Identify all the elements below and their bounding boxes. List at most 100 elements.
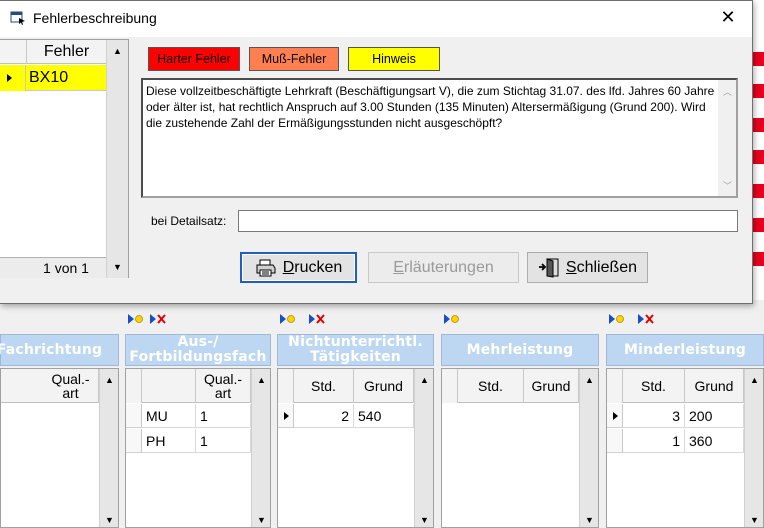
- column-header-grund[interactable]: Grund: [354, 369, 414, 403]
- print-button-mnemonic: D: [282, 258, 295, 276]
- column-header-fach[interactable]: [142, 369, 196, 403]
- background-red-stripe: [752, 218, 764, 232]
- record-position: 1 von 1: [43, 260, 89, 276]
- vertical-scrollbar[interactable]: ▲ ▼: [99, 369, 118, 527]
- row-selector[interactable]: [278, 404, 294, 428]
- scroll-down-icon[interactable]: ▼: [415, 511, 433, 527]
- panel-header: Aus-/ Fortbildungsfach: [125, 334, 271, 366]
- row-selector[interactable]: [607, 404, 623, 428]
- scroll-up-icon[interactable]: ▲: [100, 371, 118, 389]
- panel-mehrleistung: Mehrleistung Std. Grund ▲ ▼: [441, 308, 599, 528]
- record-navigator[interactable]: 1 von 1: [0, 257, 106, 278]
- explanations-button[interactable]: Erläuterungen: [368, 252, 519, 283]
- table-row[interactable]: PH 1: [126, 429, 251, 453]
- print-button-label: rucken: [294, 258, 343, 276]
- background-red-stripe: [752, 118, 764, 132]
- cell-grund[interactable]: 540: [354, 404, 414, 428]
- current-row-arrow-icon: [284, 412, 289, 420]
- scroll-down-icon[interactable]: ▼: [107, 258, 128, 276]
- column-header-std[interactable]: Std.: [458, 369, 524, 403]
- legend-hint: Hinweis: [348, 47, 440, 71]
- error-message-box[interactable]: Diese vollzeitbeschäftigte Lehrkraft (Be…: [141, 78, 738, 198]
- scroll-up-icon[interactable]: ︿: [718, 82, 737, 100]
- detail-record-field[interactable]: [238, 210, 738, 232]
- add-record-icon[interactable]: [279, 312, 297, 326]
- error-code[interactable]: BX10: [29, 65, 68, 91]
- detail-record-label: bei Detailsatz:: [151, 214, 227, 228]
- panel-ausfortbildungsfach: Aus-/ Fortbildungsfach Qual.- art MU 1 P…: [125, 308, 271, 528]
- delete-record-icon[interactable]: [637, 312, 655, 326]
- fachrichtung-grid[interactable]: Qual.- art ▲ ▼: [0, 368, 119, 528]
- scroll-down-icon[interactable]: ▼: [100, 511, 118, 527]
- delete-record-icon[interactable]: [149, 312, 167, 326]
- form-window-icon: [10, 11, 25, 25]
- table-row[interactable]: 1 360: [607, 429, 744, 453]
- scroll-up-icon[interactable]: ▲: [580, 371, 598, 389]
- vertical-scrollbar[interactable]: ▲ ▼: [106, 40, 128, 278]
- column-header-qualart[interactable]: Qual.- art: [196, 369, 251, 403]
- table-row[interactable]: MU 1: [126, 404, 251, 428]
- scroll-down-icon[interactable]: ▼: [745, 511, 763, 527]
- scroll-up-icon[interactable]: ▲: [745, 371, 763, 389]
- printer-icon: [256, 259, 276, 276]
- vertical-scrollbar[interactable]: ▲ ▼: [414, 369, 433, 527]
- column-header-fehler[interactable]: Fehler: [26, 40, 106, 64]
- legend-hard-error: Harter Fehler: [148, 47, 240, 71]
- explanations-button-label: rläuterungen: [403, 258, 494, 276]
- cell-grund[interactable]: 360: [685, 429, 744, 453]
- background-red-stripe: [752, 84, 764, 98]
- mehrleistung-grid[interactable]: Std. Grund ▲ ▼: [441, 368, 599, 528]
- close-icon[interactable]: ✕: [718, 7, 738, 28]
- row-selector[interactable]: [0, 65, 26, 91]
- cell-std[interactable]: 1: [623, 429, 685, 453]
- column-header-qualart[interactable]: Qual.- art: [43, 369, 99, 403]
- background-red-stripe: [752, 52, 764, 66]
- print-button[interactable]: Drucken: [240, 252, 357, 283]
- legend-must-error: Muß-Fehler: [249, 47, 339, 71]
- scroll-down-icon[interactable]: ﹀: [718, 176, 737, 194]
- minderleistung-grid[interactable]: Std. Grund 3 200 1 360 ▲ ▼: [606, 368, 764, 528]
- vertical-scrollbar[interactable]: ▲ ▼: [744, 369, 763, 527]
- table-row[interactable]: 2 540: [278, 404, 414, 428]
- exit-door-icon: [538, 257, 559, 278]
- background-red-stripe: [752, 150, 764, 164]
- close-button-mnemonic: S: [565, 258, 577, 276]
- vertical-scrollbar[interactable]: ︿ ﹀: [718, 80, 736, 196]
- scroll-up-icon[interactable]: ▲: [252, 371, 270, 389]
- add-record-icon[interactable]: [127, 312, 145, 326]
- panel-nichtunterrichtliche-taetigkeiten: Nichtunterrichtl. Tätigkeiten Std. Grund…: [277, 308, 434, 528]
- cell-std[interactable]: 2: [294, 404, 354, 428]
- delete-record-icon[interactable]: [308, 312, 326, 326]
- current-row-arrow-icon: [613, 412, 618, 420]
- column-header-std[interactable]: Std.: [623, 369, 685, 403]
- current-row-arrow-icon: [7, 74, 12, 82]
- cell-std[interactable]: 3: [623, 404, 685, 428]
- panel-header: Mehrleistung: [441, 334, 599, 366]
- ausfortbildungsfach-grid[interactable]: Qual.- art MU 1 PH 1 ▲ ▼: [125, 368, 271, 528]
- scroll-up-icon[interactable]: ▲: [107, 42, 128, 60]
- cell-fach[interactable]: PH: [142, 429, 196, 453]
- cell-qualart[interactable]: 1: [196, 429, 251, 453]
- add-record-icon[interactable]: [443, 312, 461, 326]
- error-list-row[interactable]: BX10: [0, 65, 106, 91]
- error-message-text: Diese vollzeitbeschäftigte Lehrkraft (Be…: [146, 84, 715, 130]
- column-header-grund[interactable]: Grund: [685, 369, 744, 403]
- close-button[interactable]: Schließen: [527, 252, 648, 283]
- column-header-std[interactable]: Std.: [294, 369, 354, 403]
- nichtunterricht-grid[interactable]: Std. Grund 2 540 ▲ ▼: [277, 368, 434, 528]
- column-header-grund[interactable]: Grund: [524, 369, 579, 403]
- table-row[interactable]: 3 200: [607, 404, 744, 428]
- vertical-scrollbar[interactable]: ▲ ▼: [579, 369, 598, 527]
- dialog-titlebar[interactable]: Fehlerbeschreibung ✕: [0, 1, 752, 37]
- scroll-up-icon[interactable]: ▲: [415, 371, 433, 389]
- add-record-icon[interactable]: [608, 312, 626, 326]
- dialog-title: Fehlerbeschreibung: [33, 10, 157, 26]
- error-list-grid[interactable]: Fehler BX10 1 von 1 ▲ ▼: [0, 39, 129, 278]
- scroll-down-icon[interactable]: ▼: [252, 511, 270, 527]
- cell-grund[interactable]: 200: [685, 404, 744, 428]
- scroll-down-icon[interactable]: ▼: [580, 511, 598, 527]
- cell-fach[interactable]: MU: [142, 404, 196, 428]
- row-selector[interactable]: [607, 429, 623, 453]
- vertical-scrollbar[interactable]: ▲ ▼: [251, 369, 270, 527]
- cell-qualart[interactable]: 1: [196, 404, 251, 428]
